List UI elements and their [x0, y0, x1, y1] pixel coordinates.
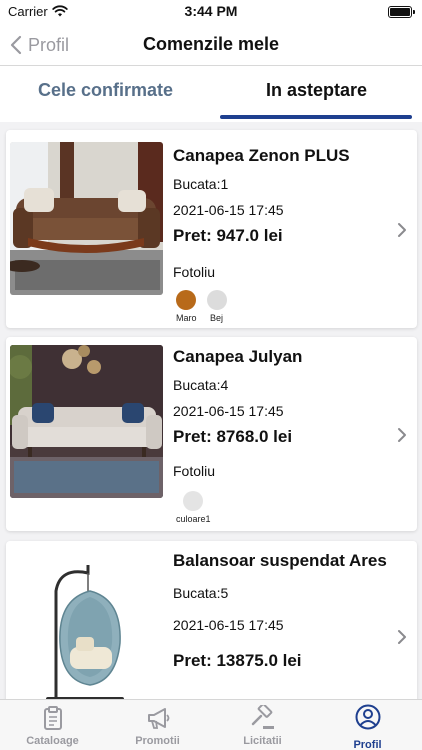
back-label: Profil — [28, 34, 70, 55]
order-price: Pret: 13875.0 lei — [173, 651, 302, 670]
color-options: culoare1 — [176, 491, 211, 524]
order-card[interactable]: Balansoar suspendat Ares Bucata:5 2021-0… — [6, 541, 417, 699]
color-swatch-maro[interactable]: Maro — [176, 290, 197, 323]
product-image — [10, 345, 163, 498]
order-title: Canapea Zenon PLUS — [173, 146, 350, 165]
status-time: 3:44 PM — [184, 3, 238, 19]
gavel-icon — [251, 705, 274, 729]
active-tab-indicator — [220, 115, 412, 119]
order-card[interactable]: Canapea Julyan Bucata:4 2021-06-15 17:45… — [6, 337, 417, 531]
clipboard-icon — [44, 706, 62, 730]
color-options: Maro Bej — [176, 290, 227, 323]
tab-confirmed[interactable]: Cele confirmate — [0, 66, 211, 122]
tabbar-item-licitatii[interactable]: Licitatii — [210, 700, 315, 750]
color-swatch-culoare1[interactable]: culoare1 — [176, 491, 211, 524]
chevron-left-icon — [10, 35, 22, 55]
color-dot — [206, 290, 227, 310]
order-date: 2021-06-15 17:45 — [173, 403, 284, 419]
order-title: Balansoar suspendat Ares — [173, 551, 387, 570]
tabbar-label: Profil — [353, 739, 382, 750]
tabbar-label: Cataloage — [26, 735, 79, 747]
order-quantity: Bucata:1 — [173, 176, 229, 192]
color-dot — [176, 290, 197, 310]
back-button[interactable]: Profil — [10, 30, 69, 60]
order-quantity: Bucata:5 — [173, 585, 229, 601]
order-date: 2021-06-15 17:45 — [173, 617, 284, 633]
tab-pending[interactable]: In asteptare — [211, 66, 422, 122]
megaphone-icon — [148, 708, 170, 729]
color-label: culoare1 — [176, 514, 211, 524]
chevron-right-icon — [398, 223, 406, 237]
tabbar-item-promotii[interactable]: Promotii — [105, 700, 210, 750]
order-quantity: Bucata:4 — [173, 377, 229, 393]
orders-list[interactable]: Canapea Zenon PLUS Bucata:1 2021-06-15 1… — [0, 124, 422, 699]
order-card[interactable]: Canapea Zenon PLUS Bucata:1 2021-06-15 1… — [6, 130, 417, 328]
tabbar-item-cataloage[interactable]: Cataloage — [0, 700, 105, 750]
order-category: Fotoliu — [173, 264, 216, 280]
order-price: Pret: 8768.0 lei — [173, 427, 293, 446]
chevron-right-icon — [398, 630, 406, 644]
color-label: Bej — [210, 313, 224, 323]
order-date: 2021-06-15 17:45 — [173, 202, 284, 218]
order-category: Fotoliu — [173, 463, 216, 479]
user-circle-icon — [355, 704, 381, 730]
order-price: Pret: 947.0 lei — [173, 226, 283, 245]
tabbar-label: Licitatii — [243, 735, 282, 747]
battery-icon — [388, 6, 415, 18]
navigation-bar: Profil Comenzile mele — [0, 24, 422, 66]
tabbar-item-profil[interactable]: Profil — [315, 700, 420, 750]
order-status-tabs: Cele confirmate In asteptare — [0, 66, 422, 122]
color-dot — [183, 491, 204, 511]
bottom-tab-bar: Cataloage Promotii Licitatii Profil — [0, 699, 422, 750]
chevron-right-icon — [398, 428, 406, 442]
product-image — [10, 561, 163, 699]
product-image — [10, 142, 163, 295]
tabbar-label: Promotii — [135, 735, 180, 747]
status-bar: Carrier 3:44 PM — [0, 0, 422, 24]
order-title: Canapea Julyan — [173, 347, 303, 366]
color-swatch-bej[interactable]: Bej — [206, 290, 227, 323]
color-label: Maro — [176, 313, 197, 323]
